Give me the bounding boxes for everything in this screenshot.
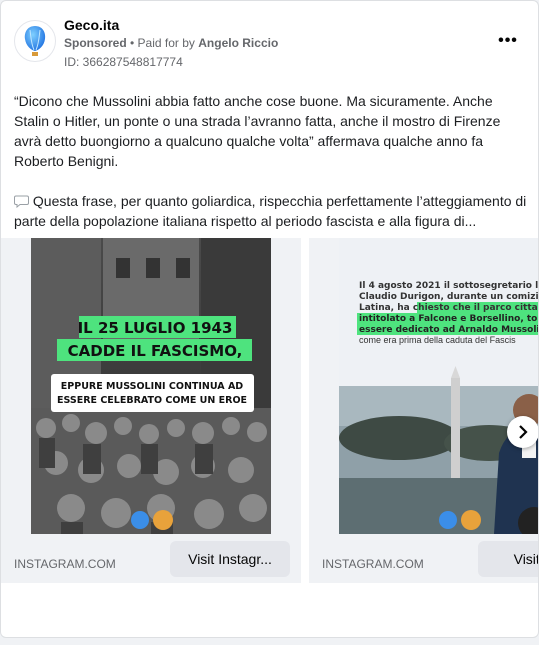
slide-2-cta-button[interactable]: Visit Ins [478,541,538,577]
slide-2-domain: INSTAGRAM.COM [322,557,424,571]
slide-2-text-1: Il 4 agosto 2021 il sottosegretario legh [359,281,538,291]
slide-2-text-4: intitolato a Falcone e Borsellino, torni [359,314,538,324]
slide-1-subline-1: EPPURE MUSSOLINI CONTINUA AD [61,381,244,392]
slide-1-headline-1: IL 25 LUGLIO 1943 [78,319,233,337]
slide-2-text-6: come era prima della caduta del Fascis [359,335,516,345]
carousel: IL 25 LUGLIO 1943 CADDE IL FASCISMO, EPP… [1,238,538,583]
ad-id: ID: 366287548817774 [64,55,183,69]
speech-bubble-icon [14,195,29,209]
carousel-next-button[interactable] [507,416,538,448]
slide-2-text-3: Latina, ha chiesto che il parco cittadin [359,303,538,313]
carousel-slide-2[interactable]: Il 4 agosto 2021 il sottosegretario legh… [309,238,538,583]
sponsored-label: Sponsored [64,36,127,50]
ad-body-text: “Dicono che Mussolini abbia fatto anche … [14,91,529,251]
paid-for-name: Angelo Riccio [198,36,279,50]
body-paragraph-2: Questa frase, per quanto goliardica, ris… [14,191,529,231]
sponsored-meta: Sponsored • Paid for by Angelo Riccio [64,36,278,50]
body-paragraph-1: “Dicono che Mussolini abbia fatto anche … [14,93,501,169]
page-name-link[interactable]: Geco.ita [64,17,119,33]
paid-for-prefix: • Paid for by [130,36,195,50]
slide-1-image[interactable]: IL 25 LUGLIO 1943 CADDE IL FASCISMO, EPP… [31,238,271,534]
slide-2-text-2: Claudio Durigon, durante un comizio a [359,292,538,302]
balloon-logo-icon [24,26,46,56]
slide-1-subline-2: ESSERE CELEBRATO COME UN EROE [57,395,247,406]
chevron-right-icon [519,425,528,439]
slide-1-cta-button[interactable]: Visit Instagr... [170,541,290,577]
slide-1-domain: INSTAGRAM.COM [14,557,116,571]
page-avatar[interactable] [14,20,56,62]
slide-2-image[interactable]: Il 4 agosto 2021 il sottosegretario legh… [339,238,538,534]
more-options-button[interactable]: ••• [498,31,518,51]
ad-card: Geco.ita Sponsored • Paid for by Angelo … [0,0,539,638]
slide-2-text-5: essere dedicato ad Arnaldo Mussolini [359,325,538,335]
slide-1-headline-2: CADDE IL FASCISMO, [68,342,243,360]
more-dots-icon: ••• [498,32,518,49]
body-paragraph-2-text: Questa frase, per quanto goliardica, ris… [14,193,527,229]
carousel-slide-1[interactable]: IL 25 LUGLIO 1943 CADDE IL FASCISMO, EPP… [1,238,301,583]
